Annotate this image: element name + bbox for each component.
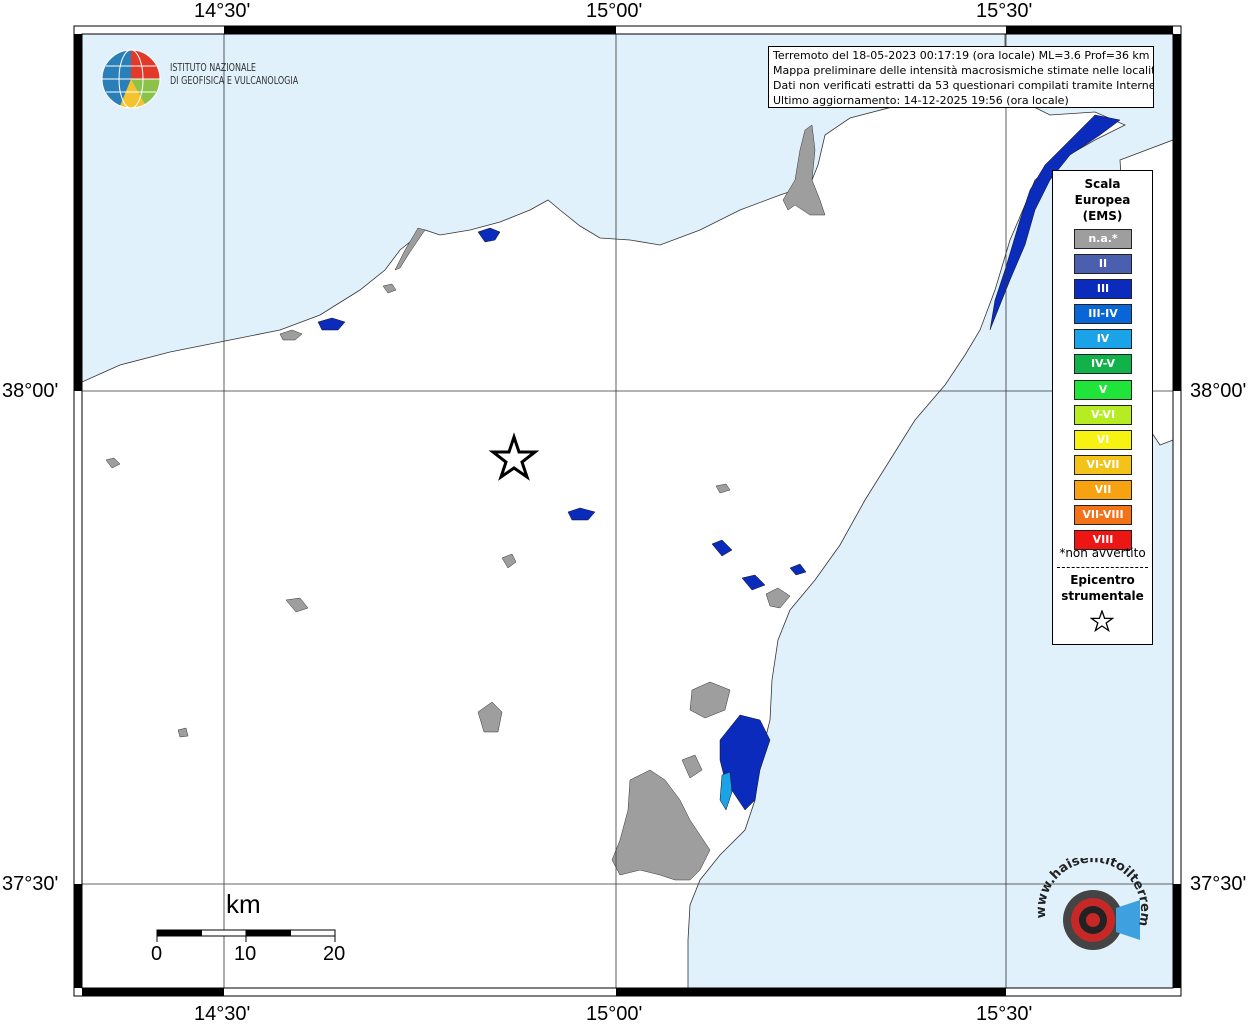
legend-item: III-IV	[1074, 304, 1132, 325]
legend-item: n.a.*	[1074, 229, 1132, 249]
scale-label-10: 10	[234, 943, 257, 965]
legend-items: n.a.* II III III-IV IV IV-V V V-VI VI VI-VII VII VI…	[1074, 229, 1132, 555]
ems-legend: Scala Europea (EMS) n.a.* II III III-IV IV IV…	[1052, 170, 1153, 645]
event-info-box: Terremoto del 18-05-2023 00:17:19 (ora l…	[768, 46, 1154, 108]
scale-label-20: 20	[323, 943, 346, 965]
legend-item: II	[1074, 254, 1132, 275]
legend-item: VI-VII	[1074, 454, 1132, 475]
legend-epicenter-line-1: Epicentro	[1070, 573, 1135, 587]
tick-lon-bottom-3: 15°30'	[976, 1003, 1033, 1025]
ingv-globe-icon	[101, 49, 161, 109]
legend-item: IV-V	[1074, 354, 1132, 375]
scale-unit: km	[226, 889, 261, 919]
legend-item: VII-VIII	[1074, 505, 1132, 526]
ingv-logo: ISTITUTO NAZIONALE DI GEOFISICA E VULCAN…	[100, 48, 298, 110]
legend-title: Scala Europea (EMS)	[1053, 176, 1152, 224]
tick-lon-top-2: 15°00'	[586, 0, 643, 22]
event-info-line-3: Dati non verificati estratti da 53 quest…	[773, 79, 1154, 92]
tick-lat-left-2: 37°30'	[2, 873, 59, 895]
event-info-line-4: Ultimo aggiornamento: 14-12-2025 19:56 (…	[773, 94, 1069, 107]
logo-line-1: ISTITUTO NAZIONALE	[170, 62, 257, 74]
legend-item: V	[1074, 379, 1132, 400]
legend-epicenter-line-2: strumentale	[1061, 589, 1144, 603]
legend-title-line-1: Scala	[1084, 177, 1121, 191]
legend-title-line-3: (EMS)	[1082, 209, 1123, 223]
tick-lon-top-1: 14°30'	[194, 0, 251, 22]
legend-item: III	[1074, 279, 1132, 300]
legend-star-icon	[1090, 610, 1114, 632]
tick-lon-top-3: 15°30'	[976, 0, 1033, 22]
haisentito-logo: www.haisentitoilterremoto.it	[1028, 847, 1162, 982]
scale-label-0: 0	[151, 943, 163, 965]
legend-epicenter-label: Epicentro strumentale	[1053, 572, 1152, 604]
event-info-line-2: Mappa preliminare delle intensità macros…	[773, 64, 1154, 77]
tick-lon-bottom-2: 15°00'	[586, 1003, 643, 1025]
legend-item: VI	[1074, 429, 1132, 450]
haisentito-logo-icon: www.haisentitoilterremoto.it	[1028, 847, 1152, 950]
legend-item: V-VI	[1074, 404, 1132, 425]
event-info-line-1: Terremoto del 18-05-2023 00:17:19 (ora l…	[773, 49, 1150, 62]
legend-note: *non avvertito	[1059, 546, 1146, 560]
legend-title-line-2: Europea	[1074, 193, 1131, 207]
legend-item: IV	[1074, 329, 1132, 350]
legend-item: VII	[1074, 479, 1132, 500]
tick-lat-right-2: 37°30'	[1190, 873, 1247, 895]
logo-line-2: DI GEOFISICA E VULCANOLOGIA	[170, 75, 299, 87]
tick-lat-right-1: 38°00'	[1190, 380, 1247, 402]
tick-lon-bottom-1: 14°30'	[194, 1003, 251, 1025]
tick-lat-left-1: 38°00'	[2, 380, 59, 402]
legend-divider	[1057, 567, 1148, 568]
